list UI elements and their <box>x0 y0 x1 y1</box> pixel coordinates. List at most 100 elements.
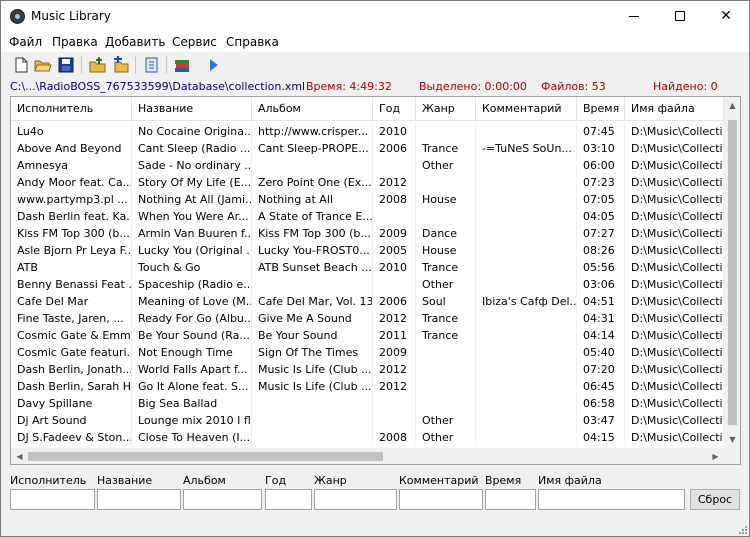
filter-label-filename: Имя файла <box>538 474 602 487</box>
cell-comment <box>476 276 577 293</box>
cell-comment <box>476 225 577 242</box>
cell-filename: D:\Music\Collection <box>625 293 724 310</box>
table-row[interactable]: ATB Touch & Go ATB Sunset Beach ... 2010 Tra… <box>11 259 724 276</box>
menu-edit[interactable]: Правка <box>52 35 98 49</box>
table-row[interactable]: Andy Moor feat. Ca... Story Of My Life (E… <box>11 174 724 191</box>
filter-input-comment[interactable] <box>399 489 483 510</box>
close-button[interactable]: ✕ <box>703 1 749 32</box>
column-header-title[interactable]: Название <box>132 97 252 121</box>
books-icon[interactable] <box>173 56 191 74</box>
resize-grip-icon[interactable] <box>737 524 747 534</box>
vertical-scroll-thumb[interactable] <box>728 120 737 425</box>
add-folder-icon[interactable] <box>89 56 107 74</box>
table-row[interactable]: www.partymp3.pl ... Nothing At All (Jami.… <box>11 191 724 208</box>
library-table[interactable]: Исполнитель Название Альбом Год Жанр Ком… <box>10 96 741 465</box>
cell-genre: Trance <box>416 310 476 327</box>
add-files-icon[interactable] <box>112 56 130 74</box>
table-row[interactable]: Dash Berlin, Jonath... World Falls Apart … <box>11 361 724 378</box>
cell-album: Lucky You-FROST0... <box>252 242 373 259</box>
table-row[interactable]: Cosmic Gate & Emm... Be Your Sound (Ra...… <box>11 327 724 344</box>
cell-year: 2009 <box>373 225 416 242</box>
scroll-corner <box>724 448 740 464</box>
cell-title: Story Of My Life (E... <box>132 174 252 191</box>
new-file-icon[interactable] <box>12 56 30 74</box>
open-folder-icon[interactable] <box>34 56 52 74</box>
cell-time: 07:27 <box>577 225 625 242</box>
table-row[interactable]: Cosmic Gate featuri... Not Enough Time Sig… <box>11 344 724 361</box>
cell-genre: Other <box>416 429 476 446</box>
scroll-down-icon[interactable]: ▼ <box>724 435 740 444</box>
cell-filename: D:\Music\Collection <box>625 327 724 344</box>
table-row[interactable]: Dash Berlin, Sarah H... Go It Alone feat.… <box>11 378 724 395</box>
column-header-time[interactable]: Время <box>577 97 625 121</box>
minimize-button[interactable] <box>611 1 657 32</box>
reset-filters-button[interactable]: Сброс <box>690 489 740 510</box>
column-header-year[interactable]: Год <box>373 97 416 121</box>
cell-artist: Fine Taste, Jaren, ... <box>11 310 132 327</box>
column-header-comment[interactable]: Комментарий <box>476 97 577 121</box>
cell-year: 2008 <box>373 429 416 446</box>
table-row[interactable]: Above And Beyond Cant Sleep (Radio ... Can… <box>11 140 724 157</box>
cell-year <box>373 395 416 412</box>
toolbar-separator <box>166 56 167 74</box>
cell-title: Big Sea Ballad <box>132 395 252 412</box>
column-header-artist[interactable]: Исполнитель <box>11 97 132 121</box>
menu-add[interactable]: Добавить <box>105 35 165 49</box>
table-row[interactable]: Lu4o No Cocaine Origina... http://www.cris… <box>11 123 724 140</box>
menu-file[interactable]: Файл <box>9 35 42 49</box>
title-bar[interactable]: Music Library ✕ <box>1 1 749 32</box>
table-row[interactable]: Kiss FM Top 300 (b... Armin Van Buuren f.… <box>11 225 724 242</box>
horizontal-scroll-thumb[interactable] <box>28 452 383 461</box>
table-row[interactable]: DJ S.Fadeev & Ston... Close To Heaven (I.… <box>11 429 724 446</box>
table-row[interactable]: Davy Spillane Big Sea Ballad 06:58 D:\Music… <box>11 395 724 412</box>
play-icon[interactable] <box>204 56 222 74</box>
close-icon: ✕ <box>720 8 732 24</box>
cell-filename: D:\Music\Collection <box>625 361 724 378</box>
cell-artist: Kiss FM Top 300 (b... <box>11 225 132 242</box>
cell-time: 05:56 <box>577 259 625 276</box>
filter-input-album[interactable] <box>183 489 262 510</box>
table-row[interactable]: Dj Art Sound Lounge mix 2010 I fly Other 03… <box>11 412 724 429</box>
cell-time: 04:05 <box>577 208 625 225</box>
cell-title: No Cocaine Origina... <box>132 123 252 140</box>
cell-time: 06:45 <box>577 378 625 395</box>
cell-filename: D:\Music\Collection <box>625 429 724 446</box>
export-icon[interactable] <box>143 56 161 74</box>
filter-input-time[interactable] <box>485 489 536 510</box>
table-row[interactable]: Asle Bjorn Pr Leya F... Lucky You (Origin… <box>11 242 724 259</box>
filter-input-year[interactable] <box>265 489 312 510</box>
maximize-button[interactable] <box>657 1 703 32</box>
cell-year: 2012 <box>373 378 416 395</box>
scroll-right-icon[interactable]: ▶ <box>707 452 724 461</box>
files-count: Файлов: 53 <box>541 80 606 93</box>
table-row[interactable]: Cafe Del Mar Meaning of Love (M... Cafe De… <box>11 293 724 310</box>
cell-year: 2011 <box>373 327 416 344</box>
cell-time: 03:10 <box>577 140 625 157</box>
cell-filename: D:\Music\Collection <box>625 140 724 157</box>
table-row[interactable]: Fine Taste, Jaren, ... Ready For Go (Albu… <box>11 310 724 327</box>
app-window: Music Library ✕ Файл Правка Добавить Сер… <box>0 0 750 537</box>
filter-input-genre[interactable] <box>314 489 397 510</box>
menu-tools[interactable]: Сервис <box>172 35 217 49</box>
cell-time: 06:00 <box>577 157 625 174</box>
menu-help[interactable]: Справка <box>226 35 279 49</box>
filter-input-title[interactable] <box>97 489 181 510</box>
cell-title: Close To Heaven (I... <box>132 429 252 446</box>
filter-input-artist[interactable] <box>10 489 95 510</box>
cell-filename: D:\Music\Collection <box>625 259 724 276</box>
column-header-filename[interactable]: Имя файла <box>625 97 724 121</box>
table-row[interactable]: Dash Berlin feat. Ka... When You Were Ar.… <box>11 208 724 225</box>
scroll-left-icon[interactable]: ◀ <box>11 452 28 461</box>
column-header-genre[interactable]: Жанр <box>416 97 476 121</box>
scroll-up-icon[interactable]: ▲ <box>724 101 740 110</box>
cell-artist: Andy Moor feat. Ca... <box>11 174 132 191</box>
table-row[interactable]: Benny Benassi Feat ... Spaceship (Radio e… <box>11 276 724 293</box>
vertical-scrollbar[interactable]: ▲ ▼ <box>724 97 740 448</box>
table-row[interactable]: Amnesya Sade - No ordinary ... Other 06:00 D… <box>11 157 724 174</box>
cell-genre: Trance <box>416 327 476 344</box>
cell-title: Lounge mix 2010 I fly <box>132 412 252 429</box>
save-icon[interactable] <box>57 56 75 74</box>
filter-input-filename[interactable] <box>538 489 685 510</box>
column-header-album[interactable]: Альбом <box>252 97 373 121</box>
horizontal-scrollbar[interactable]: ◀ ▶ <box>11 448 724 464</box>
